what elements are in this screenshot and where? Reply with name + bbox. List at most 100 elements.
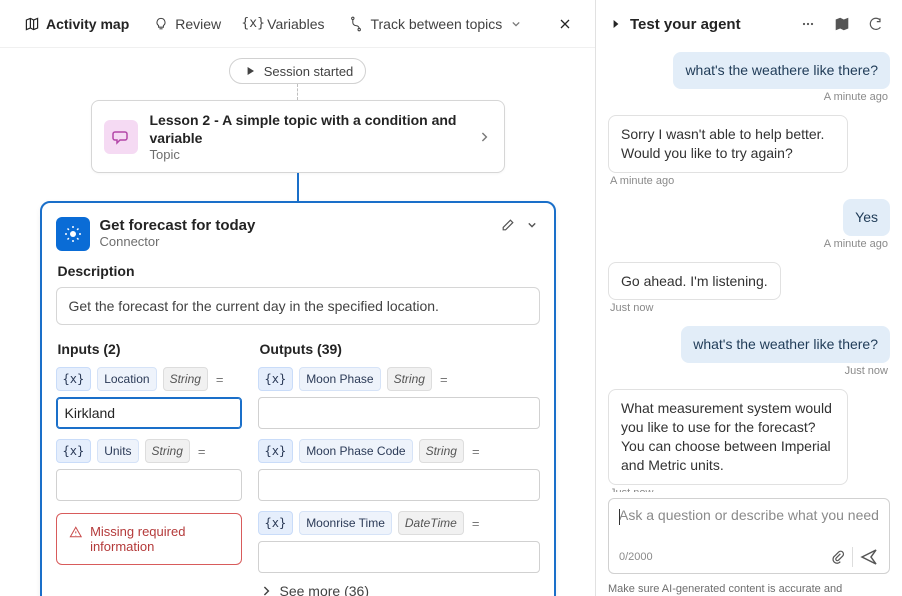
play-icon: [242, 63, 258, 79]
equals-icon: =: [470, 516, 482, 531]
chevron-down-icon: [508, 16, 524, 32]
timestamp: A minute ago: [610, 175, 674, 187]
param-type: DateTime: [398, 511, 464, 535]
param-name: Location: [97, 367, 156, 391]
topic-subtitle: Topic: [150, 147, 464, 162]
user-message: what's the weather like there?: [681, 326, 890, 363]
user-message: what's the weathere like there?: [673, 52, 890, 89]
bot-message: What measurement system would you like t…: [608, 389, 848, 485]
user-message: Yes: [843, 199, 890, 236]
error-box: Missing required information: [56, 513, 242, 565]
tab-variables[interactable]: {x} Variables: [235, 10, 334, 38]
session-started-pill: Session started: [229, 58, 367, 84]
sun-icon: [63, 224, 83, 244]
tab-label: Activity map: [46, 16, 129, 32]
connector-node: Get forecast for today Connector Descrip…: [40, 201, 556, 596]
description-box: Get the forecast for the current day in …: [56, 287, 540, 325]
param-name: Moon Phase Code: [299, 439, 412, 463]
input-param-location: {x} Location String = Kirkland: [56, 367, 242, 429]
canvas[interactable]: Session started Lesson 2 - A simple topi…: [0, 48, 595, 596]
bot-message: Go ahead. I'm listening.: [608, 262, 781, 301]
char-count: 0/2000: [619, 551, 653, 563]
timestamp: A minute ago: [824, 91, 888, 103]
tab-label: Review: [175, 16, 221, 32]
inputs-column: Inputs (2) {x} Location String = Kirklan…: [56, 333, 242, 596]
activity-map-toggle[interactable]: [828, 10, 856, 38]
tab-review[interactable]: Review: [143, 10, 231, 38]
braces-icon: {x}: [245, 16, 261, 32]
refresh-button[interactable]: [862, 10, 890, 38]
chat-message-list[interactable]: what's the weathere like there? A minute…: [596, 48, 902, 492]
activity-map-panel: Activity map Review {x} Variables Track …: [0, 0, 596, 596]
param-name: Moon Phase: [299, 367, 380, 391]
tab-activity-map[interactable]: Activity map: [14, 10, 139, 38]
inputs-header: Inputs (2): [58, 341, 240, 357]
top-toolbar: Activity map Review {x} Variables Track …: [0, 0, 595, 48]
timestamp: Just now: [610, 487, 653, 492]
ai-disclaimer: Make sure AI-generated content is accura…: [596, 580, 902, 596]
session-label: Session started: [264, 64, 354, 79]
connector-subtitle: Connector: [100, 234, 490, 249]
error-text: Missing required information: [90, 524, 228, 554]
chevron-right-icon: [258, 583, 274, 596]
param-name: Units: [97, 439, 138, 463]
variable-icon: {x}: [258, 511, 294, 535]
topic-icon-container: [104, 120, 138, 154]
track-icon: [348, 16, 364, 32]
chat-input-box[interactable]: Ask a question or describe what you need…: [608, 498, 890, 574]
attach-icon[interactable]: [830, 549, 846, 565]
tab-track-between-topics[interactable]: Track between topics: [338, 10, 534, 38]
chat-input-placeholder: Ask a question or describe what you need: [619, 507, 879, 541]
tab-label: Variables: [267, 16, 324, 32]
param-name: Moonrise Time: [299, 511, 392, 535]
connector-title: Get forecast for today: [100, 217, 490, 234]
chevron-right-icon: [476, 129, 492, 145]
output-field[interactable]: [258, 541, 540, 573]
output-field[interactable]: [258, 469, 540, 501]
caret-right-icon[interactable]: [608, 16, 624, 32]
output-param: {x} Moon Phase Code String =: [258, 439, 540, 501]
bot-message: Sorry I wasn't able to help better. Woul…: [608, 115, 848, 173]
param-type: String: [163, 367, 208, 391]
outputs-column: Outputs (39) {x} Moon Phase String =: [258, 333, 540, 596]
side-header: Test your agent: [596, 0, 902, 48]
tab-label: Track between topics: [370, 16, 502, 32]
output-param: {x} Moonrise Time DateTime =: [258, 511, 540, 573]
topic-node[interactable]: Lesson 2 - A simple topic with a conditi…: [91, 100, 505, 173]
warning-icon: [69, 524, 83, 540]
variable-icon: {x}: [258, 367, 294, 391]
timestamp: Just now: [610, 302, 653, 314]
equals-icon: =: [196, 444, 208, 459]
topic-title: Lesson 2 - A simple topic with a conditi…: [150, 111, 464, 147]
see-more-button[interactable]: See more (36): [258, 583, 540, 596]
equals-icon: =: [214, 372, 226, 387]
equals-icon: =: [470, 444, 482, 459]
param-type: String: [387, 367, 432, 391]
map-icon: [24, 16, 40, 32]
param-type: String: [419, 439, 464, 463]
test-agent-panel: Test your agent what's the weathere like…: [596, 0, 902, 596]
equals-icon: =: [438, 372, 450, 387]
divider: [852, 547, 853, 567]
connector-icon-container: [56, 217, 90, 251]
input-param-units: {x} Units String =: [56, 439, 242, 501]
location-input[interactable]: Kirkland: [56, 397, 242, 429]
param-type: String: [145, 439, 190, 463]
variable-icon: {x}: [56, 439, 92, 463]
chevron-down-icon[interactable]: [524, 217, 540, 233]
panel-title: Test your agent: [630, 16, 741, 33]
output-param: {x} Moon Phase String =: [258, 367, 540, 429]
outputs-header: Outputs (39): [260, 341, 538, 357]
send-icon[interactable]: [859, 547, 879, 567]
output-field[interactable]: [258, 397, 540, 429]
lightbulb-icon: [153, 16, 169, 32]
close-button[interactable]: [549, 8, 581, 40]
more-button[interactable]: [794, 10, 822, 38]
description-label: Description: [58, 263, 538, 279]
close-icon: [557, 16, 573, 32]
edit-icon[interactable]: [500, 217, 516, 233]
timestamp: Just now: [845, 365, 888, 377]
timestamp: A minute ago: [824, 238, 888, 250]
variable-icon: {x}: [258, 439, 294, 463]
units-input[interactable]: [56, 469, 242, 501]
